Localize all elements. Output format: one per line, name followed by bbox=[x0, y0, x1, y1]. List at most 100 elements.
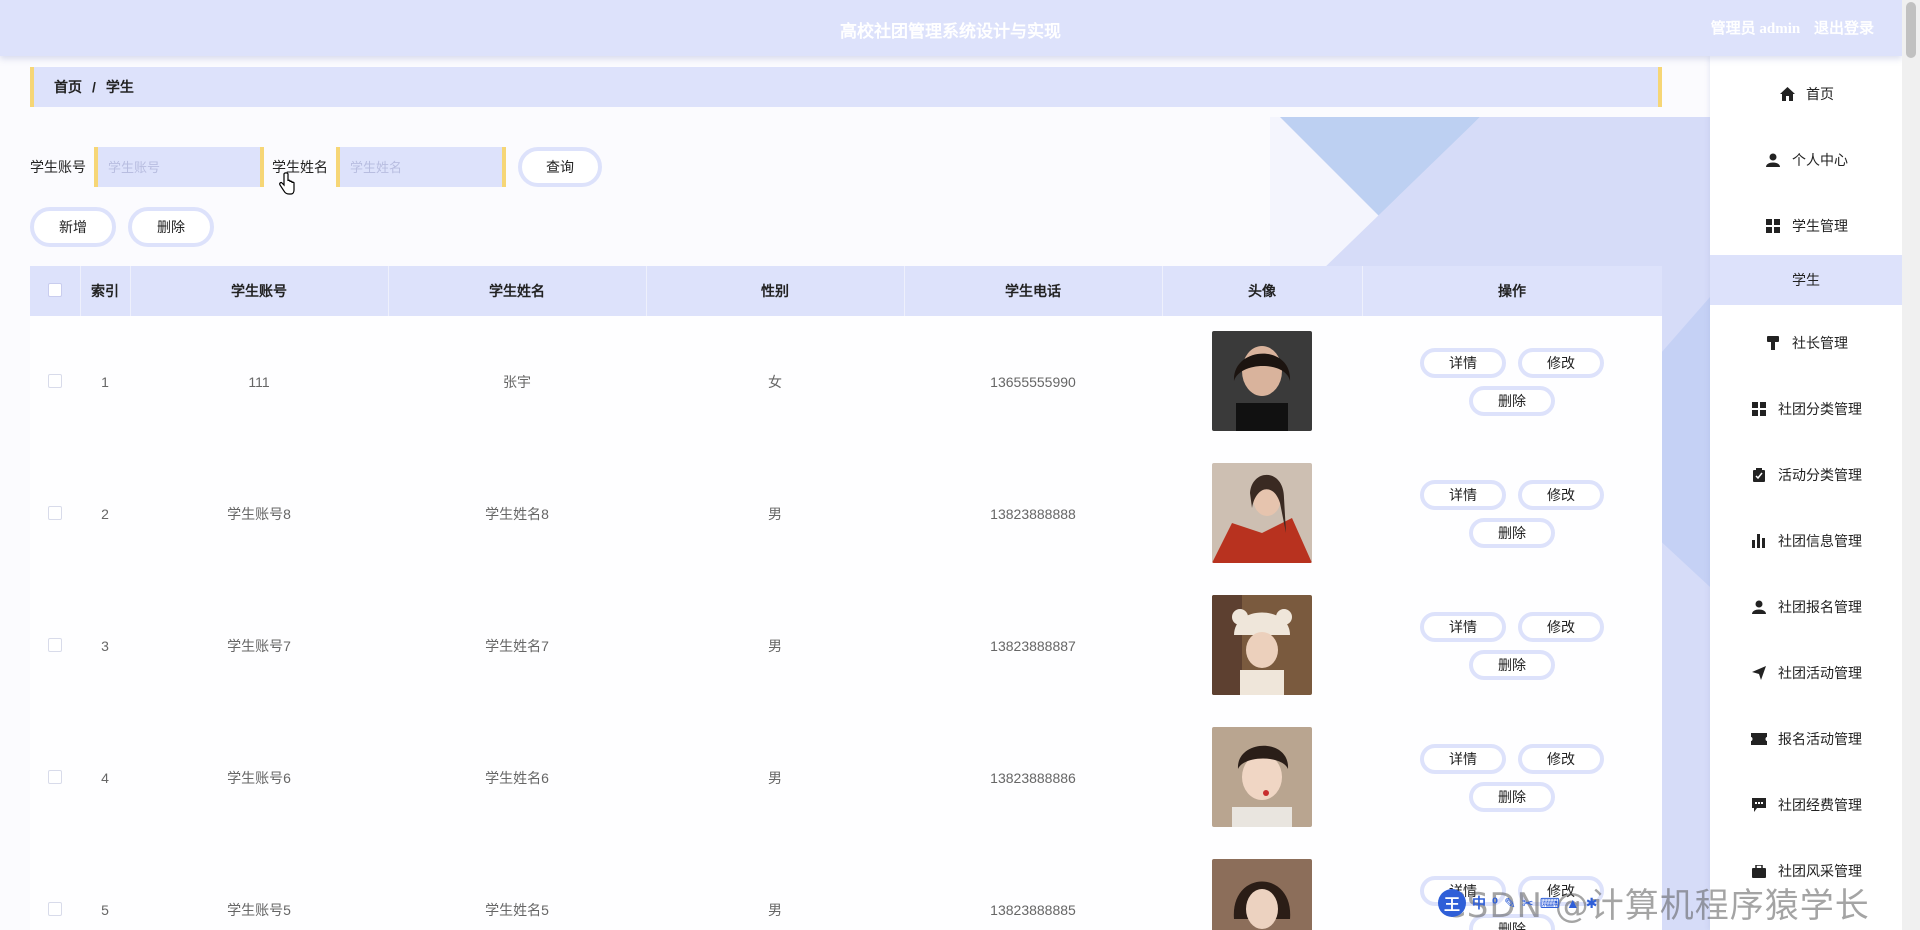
sidebar-item-personal-center[interactable]: 个人中心 bbox=[1710, 140, 1902, 180]
sidebar-item-activity-registration-management[interactable]: 报名活动管理 bbox=[1710, 719, 1902, 759]
sidebar-item-club-category-management[interactable]: 社团分类管理 bbox=[1710, 389, 1902, 429]
row-name: 张宇 bbox=[503, 374, 531, 390]
row-account: 学生账号5 bbox=[227, 902, 291, 918]
sidebar-item-activity-category-management[interactable]: 活动分类管理 bbox=[1710, 455, 1902, 495]
table-row: 2 学生账号8 学生姓名8 男 13823888888 详情 修改 删除 bbox=[30, 448, 1662, 580]
row-index: 4 bbox=[101, 770, 109, 786]
query-button[interactable]: 查询 bbox=[518, 147, 602, 187]
sidebar-item-president-management[interactable]: 社长管理 bbox=[1710, 323, 1902, 363]
name-search-input[interactable] bbox=[336, 147, 506, 187]
user-icon bbox=[1750, 600, 1768, 614]
pen-icon[interactable]: ✎ bbox=[1504, 895, 1516, 912]
column-header-gender: 性别 bbox=[646, 266, 905, 316]
sidebar-menu: 首页 个人中心 学生管理 学生 社长管理 社团分类管理 活动分类管理 社团信息管… bbox=[1710, 56, 1902, 930]
delete-button[interactable]: 删除 bbox=[1469, 386, 1555, 416]
add-button[interactable]: 新增 bbox=[30, 207, 116, 247]
edit-button[interactable]: 修改 bbox=[1518, 744, 1604, 774]
breadcrumb: 首页 / 学生 bbox=[30, 67, 1662, 107]
sidebar-item-label: 学生 bbox=[1792, 272, 1820, 288]
avatar bbox=[1212, 594, 1312, 695]
sidebar-item-label: 报名活动管理 bbox=[1778, 731, 1862, 747]
detail-button[interactable]: 详情 bbox=[1420, 744, 1506, 774]
row-actions: 详情 修改 删除 bbox=[1417, 480, 1607, 548]
row-index: 3 bbox=[101, 638, 109, 654]
row-actions: 详情 修改 删除 bbox=[1417, 744, 1607, 812]
detail-button[interactable]: 详情 bbox=[1420, 348, 1506, 378]
column-header-index: 索引 bbox=[80, 266, 131, 316]
table-row: 5 学生账号5 学生姓名5 男 13823888885 详情 修改 删除 bbox=[30, 844, 1662, 930]
avatar bbox=[1212, 462, 1312, 563]
sidebar-item-label: 社团报名管理 bbox=[1778, 599, 1862, 615]
scissors-icon[interactable]: ✂ bbox=[1522, 895, 1534, 912]
user-icon bbox=[1764, 153, 1782, 167]
briefcase-icon bbox=[1750, 864, 1768, 878]
user-label: 管理员 admin bbox=[1710, 21, 1801, 37]
account-search-input[interactable] bbox=[94, 147, 264, 187]
sidebar-item-club-funds-management[interactable]: 社团经费管理 bbox=[1710, 785, 1902, 825]
home-icon bbox=[1778, 87, 1796, 101]
sidebar-item-club-info-management[interactable]: 社团信息管理 bbox=[1710, 521, 1902, 561]
sidebar-item-club-activity-management[interactable]: 社团活动管理 bbox=[1710, 653, 1902, 693]
sidebar-item-label: 社团活动管理 bbox=[1778, 665, 1862, 681]
sidebar-item-club-registration-management[interactable]: 社团报名管理 bbox=[1710, 587, 1902, 627]
punctuation-icon[interactable]: ⁰ bbox=[1492, 895, 1498, 912]
edit-button[interactable]: 修改 bbox=[1518, 348, 1604, 378]
edit-button[interactable]: 修改 bbox=[1518, 612, 1604, 642]
keyboard-icon[interactable]: ⌨ bbox=[1540, 895, 1560, 912]
sidebar-item-label: 个人中心 bbox=[1792, 152, 1848, 168]
row-index: 2 bbox=[101, 506, 109, 522]
select-all-cell[interactable] bbox=[30, 266, 81, 316]
row-checkbox[interactable] bbox=[48, 505, 62, 520]
tools-icon[interactable]: ✱ bbox=[1586, 895, 1598, 912]
row-checkbox[interactable] bbox=[48, 373, 62, 388]
row-account: 学生账号6 bbox=[227, 770, 291, 786]
row-checkbox[interactable] bbox=[48, 901, 62, 916]
delete-button[interactable]: 删除 bbox=[1469, 782, 1555, 812]
scrollbar-thumb[interactable] bbox=[1906, 2, 1916, 58]
select-all-checkbox[interactable] bbox=[47, 282, 62, 297]
logout-link[interactable]: 退出登录 bbox=[1814, 21, 1874, 37]
sidebar-item-home[interactable]: 首页 bbox=[1710, 74, 1902, 114]
row-account: 学生账号7 bbox=[227, 638, 291, 654]
bulk-delete-button[interactable]: 删除 bbox=[128, 207, 214, 247]
avatar bbox=[1212, 858, 1312, 930]
row-actions: 详情 修改 删除 bbox=[1417, 612, 1607, 680]
detail-button[interactable]: 详情 bbox=[1420, 612, 1506, 642]
row-checkbox[interactable] bbox=[48, 637, 62, 652]
ime-logo-icon[interactable]: 王 bbox=[1438, 889, 1466, 917]
search-bar: 学生账号 学生姓名 查询 bbox=[30, 146, 602, 188]
account-search-label: 学生账号 bbox=[30, 159, 86, 175]
row-gender: 男 bbox=[768, 638, 782, 654]
chinese-mode-icon[interactable]: 中 bbox=[1472, 893, 1486, 913]
delete-button[interactable]: 删除 bbox=[1469, 518, 1555, 548]
row-name: 学生姓名7 bbox=[485, 638, 549, 654]
page-scrollbar[interactable] bbox=[1902, 0, 1920, 930]
skin-icon[interactable]: ▲ bbox=[1566, 895, 1580, 911]
row-gender: 男 bbox=[768, 770, 782, 786]
row-checkbox[interactable] bbox=[48, 769, 62, 784]
sidebar-item-student-management[interactable]: 学生管理 bbox=[1710, 206, 1902, 246]
row-phone: 13823888885 bbox=[990, 902, 1076, 918]
row-index: 5 bbox=[101, 902, 109, 918]
grid-icon bbox=[1764, 219, 1782, 233]
column-header-phone: 学生电话 bbox=[904, 266, 1163, 316]
delete-button[interactable]: 删除 bbox=[1469, 650, 1555, 680]
edit-button[interactable]: 修改 bbox=[1518, 480, 1604, 510]
ime-toolbar[interactable]: 王 中 ⁰ ✎ ✂ ⌨ ▲ ✱ bbox=[1438, 888, 1597, 918]
row-gender: 男 bbox=[768, 902, 782, 918]
avatar bbox=[1212, 330, 1312, 431]
detail-button[interactable]: 详情 bbox=[1420, 480, 1506, 510]
row-name: 学生姓名6 bbox=[485, 770, 549, 786]
breadcrumb-home[interactable]: 首页 bbox=[54, 77, 82, 97]
sidebar-item-label: 社团分类管理 bbox=[1778, 401, 1862, 417]
sidebar-item-student[interactable]: 学生 bbox=[1710, 255, 1902, 305]
row-phone: 13823888887 bbox=[990, 638, 1076, 654]
row-phone: 13655555990 bbox=[990, 374, 1076, 390]
user-area: 管理员 admin 退出登录 bbox=[1701, 17, 1874, 38]
avatar bbox=[1212, 726, 1312, 827]
breadcrumb-current: 学生 bbox=[105, 79, 134, 95]
sidebar-item-label: 社团信息管理 bbox=[1778, 533, 1862, 549]
chat-icon bbox=[1750, 798, 1768, 812]
clipboard-icon bbox=[1750, 468, 1768, 482]
breadcrumb-separator: / bbox=[92, 79, 96, 95]
